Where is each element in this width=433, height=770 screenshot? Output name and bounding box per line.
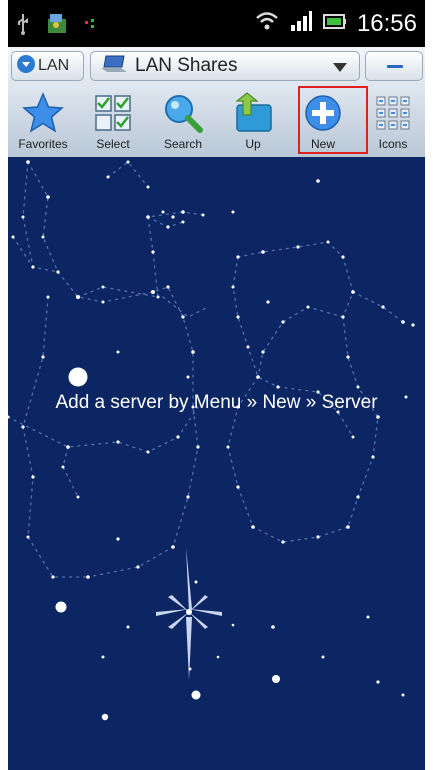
content-area: Add a server by Menu » New » Server: [8, 157, 425, 770]
search-label: Search: [163, 137, 203, 151]
usb-icon: [16, 13, 30, 40]
app-notification-icon: [44, 11, 70, 42]
magnifier-icon: [161, 91, 205, 135]
folder-up-icon: [231, 91, 275, 135]
collapse-button[interactable]: [365, 51, 423, 81]
search-button[interactable]: Search: [148, 85, 218, 157]
status-left-icons: [16, 11, 98, 42]
empty-state-message: Add a server by Menu » New » Server: [55, 392, 378, 413]
lan-button[interactable]: LAN: [11, 51, 84, 81]
location-dropdown[interactable]: LAN Shares: [90, 51, 360, 81]
app-frame: 16:56 LAN LAN Shares Favorites Select Se…: [8, 0, 425, 770]
location-bar: LAN LAN Shares: [8, 47, 425, 86]
checkbox-grid-icon: [91, 91, 135, 135]
wifi-icon: [255, 10, 279, 37]
grid-view-icon: [371, 91, 415, 135]
star-icon: [21, 91, 65, 135]
icons-view-label: Icons: [378, 137, 408, 151]
new-button-highlight: [298, 86, 368, 154]
status-bar: 16:56: [8, 0, 425, 47]
favorites-label: Favorites: [18, 137, 68, 151]
location-dropdown-label: LAN Shares: [135, 55, 238, 76]
chevron-down-icon: [333, 63, 347, 72]
status-right-icons: 16:56: [255, 10, 417, 37]
favorites-button[interactable]: Favorites: [8, 85, 78, 157]
select-label: Select: [96, 137, 130, 151]
minus-icon: [387, 65, 403, 68]
up-button[interactable]: Up: [218, 85, 288, 157]
signal-dots-icon: [84, 17, 98, 36]
cell-signal-icon: [289, 10, 313, 37]
select-button[interactable]: Select: [78, 85, 148, 157]
lan-button-label: LAN: [38, 57, 70, 74]
icons-view-button[interactable]: Icons: [358, 85, 425, 157]
status-clock: 16:56: [356, 9, 417, 37]
constellation-background: [8, 160, 415, 721]
lan-shield-icon: [16, 54, 36, 79]
up-label: Up: [245, 137, 261, 151]
battery-icon: [322, 10, 347, 37]
laptop-icon: [101, 53, 129, 80]
